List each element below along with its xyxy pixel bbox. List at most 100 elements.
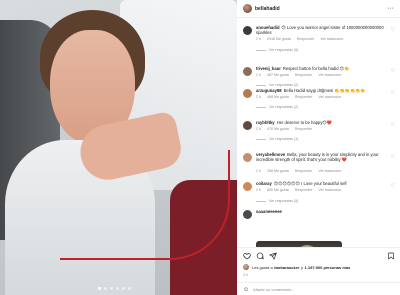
comment-meta: 2 h 806 Me gusta Responder Ver traducció… [256,188,341,192]
post-header: bellahadid ··· [237,0,400,18]
bookmark-icon[interactable] [387,252,395,260]
carousel-dot [128,287,131,290]
comment-item: saaaneeeeee [243,209,395,221]
view-replies-button[interactable]: Ver respuestas (1) [256,137,298,141]
comment-likes[interactable]: 468 Me gusta [267,95,289,99]
comment-time: 2 h [256,95,261,99]
view-replies-label: Ver respuestas (1) [269,137,299,141]
heart-icon[interactable]: ♡ [391,27,395,33]
comment-likes[interactable]: 2046 Me gusta [267,37,291,41]
view-replies-label: Ver respuestas (2) [269,105,299,109]
translate-button[interactable]: Ver traducción [318,169,341,173]
comment-item: raybhltky Her deserve to be happy😍❤️ 2 h … [243,120,395,150]
view-replies-button[interactable]: Ver respuestas (2) [256,105,298,109]
comment-input[interactable] [253,287,374,292]
reply-button[interactable]: Responder [295,73,313,77]
add-comment-bar: ☺ [237,282,400,295]
liker-avatar[interactable] [243,264,249,270]
share-icon[interactable] [269,252,277,260]
replies-line [256,84,266,86]
carousel-dot [110,287,113,290]
carousel-dot [98,287,101,290]
comment-text: anouehadid 😍 Love you warrior angel siste… [256,25,386,35]
view-replies-label: Ver respuestas (2) [269,83,299,87]
commenter-avatar[interactable] [243,182,252,191]
comment-body: Respect button for bella hadid 😍👏 [282,66,350,71]
comment-text: raybhltky Her deserve to be happy😍❤️ [256,120,386,125]
comment-meta: 2 h 468 Me gusta Responder Ver traducció… [256,95,341,99]
comment-likes[interactable]: 258 Me gusta [267,169,289,173]
post-photo[interactable] [0,0,237,295]
likes-count[interactable]: 1.197.900 personas más [305,265,351,270]
replies-line [256,106,266,108]
comment-text: veryabelknove Bella, your beauty is in yo… [256,152,386,162]
replies-line [256,49,266,51]
commenter-avatar[interactable] [243,121,252,130]
commenter-username[interactable]: coilaray [256,181,272,186]
view-replies-button[interactable]: Ver respuestas (5) [256,199,298,203]
comment-body: Her deserve to be happy😍❤️ [276,120,333,125]
comment-time: 2 h [256,127,261,131]
commenter-avatar[interactable] [243,210,252,219]
replies-line [256,200,266,202]
comment-likes[interactable]: 476 Me gusta [267,127,289,131]
likes-prefix: Les gusta a [252,264,273,270]
commenter-avatar[interactable] [243,89,252,98]
comment-time: 2 h [256,73,261,77]
reply-button[interactable]: Responder [295,95,313,99]
reply-button[interactable]: Responder [297,37,315,41]
commenter-username[interactable]: saaaneeeeee [256,209,282,214]
commenter-avatar[interactable] [243,153,252,162]
comments-list: anouehadid 😍 Love you warrior angel siste… [237,19,400,247]
liker-username[interactable]: barbaraocker [274,265,299,270]
comment-text: coilaray 😍😍😍😍😍😍 I Love your beautiful sel… [256,181,386,186]
heart-icon[interactable]: ♡ [391,154,395,160]
comment-meta: 2 h 2046 Me gusta Responder Ver traducci… [256,37,343,41]
more-horizontal-icon[interactable]: ··· [387,5,394,12]
heart-icon[interactable]: ♡ [391,122,395,128]
comment-likes[interactable]: 806 Me gusta [267,188,289,192]
comment-item: coilaray 😍😍😍😍😍😍 I Love your beautiful sel… [243,181,395,211]
comment-icon[interactable] [256,252,264,260]
heart-icon[interactable]: ♡ [391,90,395,96]
author-avatar[interactable] [243,4,252,13]
carousel-dot [116,287,119,290]
heart-icon[interactable]: ♡ [391,68,395,74]
translate-button[interactable]: Ver traducción [318,73,341,77]
heart-icon[interactable]: ♡ [391,183,395,189]
commenter-username[interactable]: trivenij_kaur [256,66,281,71]
carousel-dot [104,287,107,290]
likes-middle: y [301,264,304,270]
translate-button[interactable]: Ver traducción [320,37,343,41]
comment-item: veryabelknove Bella, your beauty is in yo… [243,152,395,182]
view-replies-label: Ver respuestas (5) [269,199,299,203]
comment-time: 2 h [256,188,261,192]
commenter-username[interactable]: arzugunay88 [256,88,282,93]
view-replies-button[interactable]: Ver respuestas (5) [256,48,298,52]
comment-meta: 2 h 476 Me gusta Responder [256,127,312,131]
reply-button[interactable]: Responder [295,169,313,173]
post-details-panel: bellahadid ··· anouehadid 😍 Love you warr… [237,0,400,295]
comment-text: arzugunay88 Bella Hadid saygı döğmesi 👏👏👏… [256,88,386,93]
comment-time: 2 h [256,169,261,173]
reply-button[interactable]: Responder [295,188,313,192]
likes-summary: Les gusta a barbaraocker y 1.197.900 per… [243,264,395,270]
reply-button[interactable]: Responder [295,127,313,131]
heart-icon[interactable] [243,252,251,260]
replies-line [256,138,266,140]
translate-button[interactable]: Ver traducción [318,188,341,192]
commenter-username[interactable]: raybhltky [256,120,275,125]
comment-item: anouehadid 😍 Love you warrior angel siste… [243,25,395,59]
view-replies-label: Ver respuestas (5) [269,48,299,52]
comment-likes[interactable]: 487 Me gusta [267,73,289,77]
commenter-avatar[interactable] [243,67,252,76]
author-username[interactable]: bellahadid [255,6,280,12]
comment-meta: 2 h 258 Me gusta Responder Ver traducció… [256,169,341,173]
commenter-avatar[interactable] [243,26,252,35]
emoji-icon[interactable]: ☺ [243,287,249,293]
comment-item: arzugunay88 Bella Hadid saygı döğmesi 👏👏👏… [243,88,395,118]
view-replies-button[interactable]: Ver respuestas (2) [256,83,298,87]
translate-button[interactable]: Ver traducción [318,95,341,99]
post-date: 2 h [243,273,248,277]
comment-body: Bella Hadid saygı döğmesi 👏👏👏👏👏👏 [283,88,366,93]
